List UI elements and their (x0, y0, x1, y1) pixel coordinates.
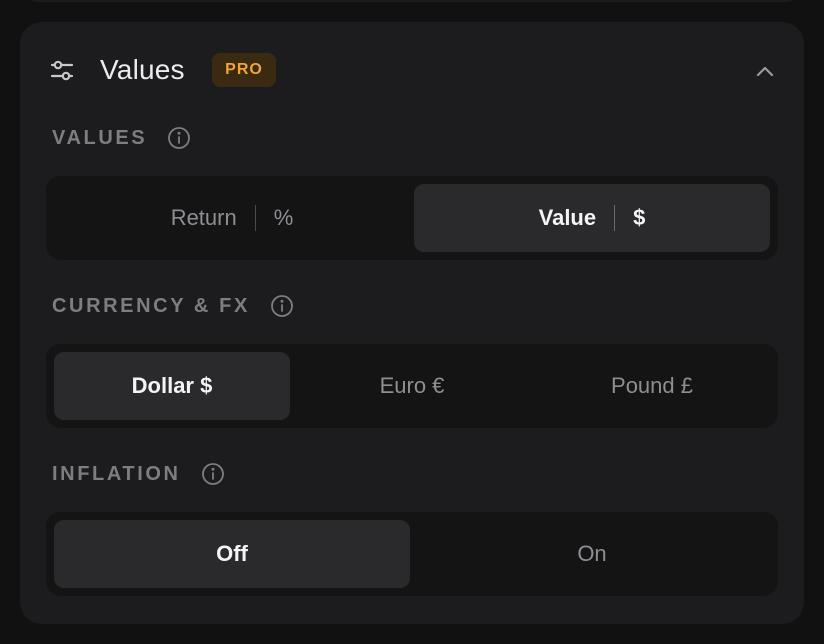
inflation-section-label: INFLATION (52, 462, 225, 486)
info-icon[interactable] (167, 126, 191, 150)
info-icon[interactable] (201, 462, 225, 486)
panel-title: Values (100, 54, 185, 85)
pound-option[interactable]: Pound £ (534, 352, 770, 420)
dollar-unit: $ (633, 205, 646, 230)
collapse-button[interactable] (750, 56, 780, 86)
dollar-option[interactable]: Dollar $ (54, 352, 290, 420)
inflation-off-option[interactable]: Off (54, 520, 410, 588)
currency-label-text: CURRENCY & FX (52, 294, 250, 317)
inflation-on-option[interactable]: On (414, 520, 770, 588)
values-section-label: VALUES (52, 126, 191, 150)
previous-panel-edge (20, 0, 804, 2)
pro-badge: PRO (212, 53, 276, 87)
option-divider (614, 205, 616, 231)
euro-option[interactable]: Euro € (294, 352, 530, 420)
sliders-icon (50, 60, 74, 81)
values-label-text: VALUES (52, 126, 148, 149)
currency-section-label: CURRENCY & FX (52, 294, 294, 318)
inflation-toggle: Off On (46, 512, 778, 596)
value-dollar-option[interactable]: Value $ (414, 184, 770, 252)
option-divider (254, 205, 256, 231)
chevron-up-icon (756, 66, 774, 77)
panel-header[interactable]: Values PRO (20, 22, 804, 118)
currency-toggle: Dollar $ Euro € Pound £ (46, 344, 778, 428)
value-label: Value (538, 205, 597, 230)
values-settings-panel: Values PRO VALUES Return % Value $ CURRE (20, 22, 804, 624)
return-percent-option[interactable]: Return % (54, 184, 410, 252)
return-label: Return (170, 205, 237, 230)
values-mode-toggle: Return % Value $ (46, 176, 778, 260)
percent-unit: % (273, 205, 294, 230)
inflation-label-text: INFLATION (52, 462, 181, 485)
info-icon[interactable] (270, 294, 294, 318)
